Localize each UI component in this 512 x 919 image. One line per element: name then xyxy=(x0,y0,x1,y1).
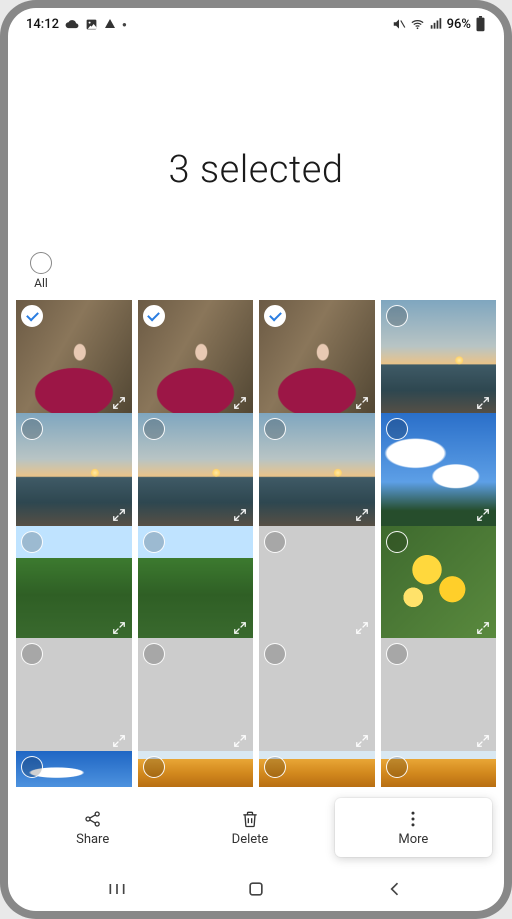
recent-apps-button[interactable] xyxy=(97,879,137,899)
expand-icon[interactable] xyxy=(231,732,249,750)
photo-thumbnail[interactable] xyxy=(16,413,132,529)
photo-thumbnail[interactable] xyxy=(259,526,375,642)
select-all-checkbox[interactable] xyxy=(30,252,52,274)
photo-thumbnail[interactable] xyxy=(381,526,497,642)
photo-thumbnail[interactable] xyxy=(16,300,132,416)
photo-thumbnail[interactable] xyxy=(16,526,132,642)
photo-thumbnail[interactable] xyxy=(259,751,375,787)
expand-icon[interactable] xyxy=(110,394,128,412)
expand-icon[interactable] xyxy=(474,394,492,412)
expand-icon[interactable] xyxy=(110,732,128,750)
mute-icon xyxy=(392,17,406,31)
expand-icon[interactable] xyxy=(231,619,249,637)
photo-thumbnail[interactable] xyxy=(259,638,375,754)
selection-circle[interactable] xyxy=(264,643,286,665)
photo-thumbnail[interactable] xyxy=(138,526,254,642)
expand-icon[interactable] xyxy=(474,506,492,524)
selection-circle[interactable] xyxy=(386,305,408,327)
expand-icon[interactable] xyxy=(110,506,128,524)
device-frame: 14:12 ● xyxy=(0,0,512,919)
selection-circle[interactable] xyxy=(143,418,165,440)
screen: 14:12 ● xyxy=(8,8,504,911)
system-nav-bar xyxy=(8,867,504,911)
share-label: Share xyxy=(76,832,109,847)
expand-icon[interactable] xyxy=(353,732,371,750)
photo-thumbnail[interactable] xyxy=(138,413,254,529)
battery-text: 96% xyxy=(447,17,471,32)
expand-icon[interactable] xyxy=(353,394,371,412)
page-title: 3 selected xyxy=(168,148,343,192)
select-all[interactable]: All xyxy=(30,252,52,290)
selection-circle[interactable] xyxy=(21,643,43,665)
share-icon xyxy=(83,808,103,830)
wifi-icon xyxy=(410,17,425,32)
expand-icon[interactable] xyxy=(231,506,249,524)
select-all-label: All xyxy=(34,276,48,290)
selection-circle[interactable] xyxy=(386,643,408,665)
expand-icon[interactable] xyxy=(110,619,128,637)
selected-checkmark-icon[interactable] xyxy=(21,305,43,327)
home-button[interactable] xyxy=(236,879,276,899)
selection-circle[interactable] xyxy=(21,756,43,778)
trash-icon xyxy=(240,808,260,830)
selection-circle[interactable] xyxy=(386,418,408,440)
cloud-icon xyxy=(65,17,79,31)
selection-circle[interactable] xyxy=(143,643,165,665)
image-icon xyxy=(85,18,98,31)
photo-thumbnail[interactable] xyxy=(138,638,254,754)
selection-circle[interactable] xyxy=(143,756,165,778)
photo-thumbnail[interactable] xyxy=(259,413,375,529)
selection-circle[interactable] xyxy=(21,531,43,553)
selection-circle[interactable] xyxy=(264,756,286,778)
photo-grid xyxy=(8,300,504,787)
photo-thumbnail[interactable] xyxy=(259,300,375,416)
expand-icon[interactable] xyxy=(353,506,371,524)
status-time: 14:12 xyxy=(26,17,59,32)
selection-circle[interactable] xyxy=(386,756,408,778)
expand-icon[interactable] xyxy=(474,732,492,750)
delete-button[interactable]: Delete xyxy=(171,808,328,847)
selection-circle[interactable] xyxy=(386,531,408,553)
bottom-bar: Share Delete More xyxy=(8,787,504,867)
signal-icon xyxy=(429,17,443,31)
photo-thumbnail[interactable] xyxy=(138,300,254,416)
status-dot: ● xyxy=(122,20,127,29)
photo-thumbnail[interactable] xyxy=(381,300,497,416)
photo-thumbnail[interactable] xyxy=(381,638,497,754)
status-right: 96% xyxy=(392,16,486,32)
more-icon xyxy=(403,808,423,830)
header: 3 selected All xyxy=(8,40,504,300)
photo-thumbnail[interactable] xyxy=(16,751,132,787)
photo-thumbnail[interactable] xyxy=(381,751,497,787)
selected-checkmark-icon[interactable] xyxy=(264,305,286,327)
battery-icon xyxy=(475,16,486,32)
back-button[interactable] xyxy=(375,879,415,899)
photo-thumbnail[interactable] xyxy=(381,413,497,529)
photo-thumbnail[interactable] xyxy=(138,751,254,787)
selected-checkmark-icon[interactable] xyxy=(143,305,165,327)
expand-icon[interactable] xyxy=(474,619,492,637)
expand-icon[interactable] xyxy=(231,394,249,412)
warning-icon xyxy=(104,18,116,30)
selection-circle[interactable] xyxy=(264,531,286,553)
selection-circle[interactable] xyxy=(264,418,286,440)
expand-icon[interactable] xyxy=(353,619,371,637)
delete-label: Delete xyxy=(232,832,269,847)
selection-circle[interactable] xyxy=(21,418,43,440)
photo-thumbnail[interactable] xyxy=(16,638,132,754)
status-bar: 14:12 ● xyxy=(8,8,504,40)
share-button[interactable]: Share xyxy=(14,808,171,847)
more-button[interactable]: More xyxy=(335,798,492,857)
selection-circle[interactable] xyxy=(143,531,165,553)
more-label: More xyxy=(398,832,428,847)
status-left: 14:12 ● xyxy=(26,17,127,32)
